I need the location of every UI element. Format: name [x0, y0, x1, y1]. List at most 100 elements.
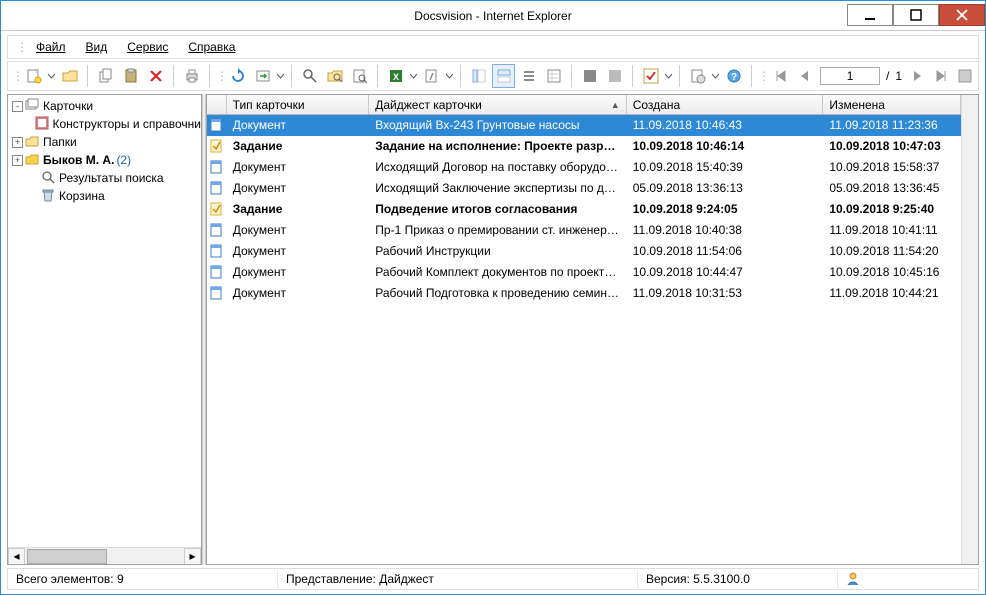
expand-toggle[interactable]: - [12, 101, 23, 112]
separator [632, 65, 633, 87]
expand-toggle[interactable]: + [12, 155, 23, 166]
group-button[interactable] [578, 64, 601, 88]
scroll-thumb[interactable] [27, 549, 107, 564]
menu-file[interactable]: Файл [28, 38, 74, 56]
table-row[interactable]: ДокументВходящий Вх-243 Грунтовые насосы… [207, 115, 961, 136]
page-input[interactable] [820, 67, 880, 85]
separator [173, 65, 174, 87]
cell-created: 05.09.2018 13:36:13 [627, 179, 824, 197]
tree-label: Корзина [57, 189, 105, 203]
tree-item[interactable]: -Карточки [8, 97, 201, 115]
close-button[interactable] [939, 4, 985, 26]
sync-button[interactable] [251, 64, 285, 88]
last-page-button[interactable] [932, 67, 950, 85]
col-label: Дайджест карточки [375, 98, 482, 112]
cell-created: 11.09.2018 10:40:38 [627, 221, 824, 239]
tree-item[interactable]: Корзина [8, 187, 201, 205]
col-created[interactable]: Создана [627, 95, 824, 114]
expand-spacer [28, 119, 33, 130]
view-preview-button[interactable] [492, 64, 515, 88]
folder-tree[interactable]: -КарточкиКонструкторы и справочни+Папки+… [7, 94, 202, 565]
first-page-button[interactable] [772, 67, 790, 85]
col-digest[interactable]: Дайджест карточки ▲ [369, 95, 626, 114]
export-excel-button[interactable]: X [384, 64, 418, 88]
card-grid: Тип карточки Дайджест карточки ▲ СозданаИзм… [206, 94, 979, 565]
cell-type: Документ [227, 179, 370, 197]
grid-body[interactable]: ДокументВходящий Вх-243 Грунтовые насосы… [207, 115, 961, 564]
table-row[interactable]: ЗаданиеЗадание на исполнение: Проекте ра… [207, 136, 961, 157]
table-row[interactable]: ЗаданиеПодведение итогов согласования10.… [207, 199, 961, 220]
separator [751, 65, 752, 87]
cell-modified: 10.09.2018 15:58:37 [823, 158, 961, 176]
status-view: Представление: Дайджест [278, 570, 638, 588]
cell-digest: Рабочий Инструкции [369, 242, 626, 260]
print-button[interactable] [180, 64, 203, 88]
filter-button[interactable] [603, 64, 626, 88]
sort-asc-icon: ▲ [611, 100, 620, 110]
page-mode-button[interactable] [956, 67, 974, 85]
tree-item[interactable]: +Папки [8, 133, 201, 151]
col-icon[interactable] [207, 95, 227, 114]
grip-icon: ⋮ [12, 69, 20, 83]
cell-modified: 10.09.2018 10:45:16 [823, 263, 961, 281]
table-row[interactable]: ДокументРабочий Инструкции10.09.2018 11:… [207, 241, 961, 262]
delete-button[interactable] [144, 64, 167, 88]
search-folder-button[interactable] [323, 64, 346, 88]
app-window: Docsvision - Internet Explorer ⋮ Файл Ви… [0, 0, 986, 595]
table-row[interactable]: ДокументИсходящий Договор на поставку об… [207, 157, 961, 178]
menu-help[interactable]: Справка [180, 38, 243, 56]
cell-type: Документ [227, 116, 370, 134]
separator [209, 65, 210, 87]
tree-item[interactable]: Результаты поиска [8, 169, 201, 187]
col-type[interactable]: Тип карточки [227, 95, 370, 114]
tree-hscroll[interactable]: ◂ ▸ [8, 547, 201, 564]
separator [679, 65, 680, 87]
user-icon [838, 569, 868, 590]
settings-doc-button[interactable] [686, 64, 720, 88]
grip-icon: ⋮ [216, 69, 224, 83]
search-icon [41, 170, 55, 187]
attach-button[interactable] [420, 64, 454, 88]
expand-spacer [28, 191, 39, 202]
fulltext-search-button[interactable] [348, 64, 371, 88]
next-page-button[interactable] [908, 67, 926, 85]
cell-digest: Рабочий Комплект документов по проекту "… [369, 263, 626, 281]
check-button[interactable] [639, 64, 673, 88]
cell-modified: 10.09.2018 11:54:20 [823, 242, 961, 260]
tree-item[interactable]: Конструкторы и справочни [8, 115, 201, 133]
cell-modified: 10.09.2018 9:25:40 [823, 200, 961, 218]
cell-digest: Подведение итогов согласования [369, 200, 626, 218]
cell-digest: Входящий Вх-243 Грунтовые насосы [369, 116, 626, 134]
minimize-button[interactable] [847, 4, 893, 26]
table-row[interactable]: ДокументРабочий Подготовка к проведению … [207, 283, 961, 304]
view-details-button[interactable] [542, 64, 565, 88]
maximize-button[interactable] [893, 4, 939, 26]
cell-created: 10.09.2018 11:54:06 [627, 242, 824, 260]
cell-digest: Рабочий Подготовка к проведению семинара [369, 284, 626, 302]
scroll-right-button[interactable]: ▸ [184, 548, 201, 565]
separator [460, 65, 461, 87]
prev-page-button[interactable] [796, 67, 814, 85]
view-tree-button[interactable] [467, 64, 490, 88]
grid-vscroll[interactable] [961, 95, 978, 564]
table-row[interactable]: ДокументИсходящий Заключение экспертизы … [207, 178, 961, 199]
menu-view[interactable]: Вид [78, 38, 116, 56]
open-folder-button[interactable] [58, 64, 81, 88]
cell-created: 10.09.2018 15:40:39 [627, 158, 824, 176]
paste-button[interactable] [119, 64, 142, 88]
help-button[interactable]: ? [722, 64, 745, 88]
scroll-left-button[interactable]: ◂ [8, 548, 25, 565]
menu-service[interactable]: Сервис [119, 38, 176, 56]
expand-toggle[interactable]: + [12, 137, 23, 148]
new-item-button[interactable] [22, 64, 56, 88]
cell-type: Документ [227, 158, 370, 176]
table-row[interactable]: ДокументРабочий Комплект документов по п… [207, 262, 961, 283]
copy-button[interactable] [94, 64, 117, 88]
view-list-button[interactable] [517, 64, 540, 88]
refresh-button[interactable] [226, 64, 249, 88]
row-icon [207, 138, 227, 154]
table-row[interactable]: ДокументПр-1 Приказ о премировании ст. и… [207, 220, 961, 241]
search-button[interactable] [298, 64, 321, 88]
col-modified[interactable]: Изменена [823, 95, 961, 114]
tree-item[interactable]: +Быков М. А. (2) [8, 151, 201, 169]
